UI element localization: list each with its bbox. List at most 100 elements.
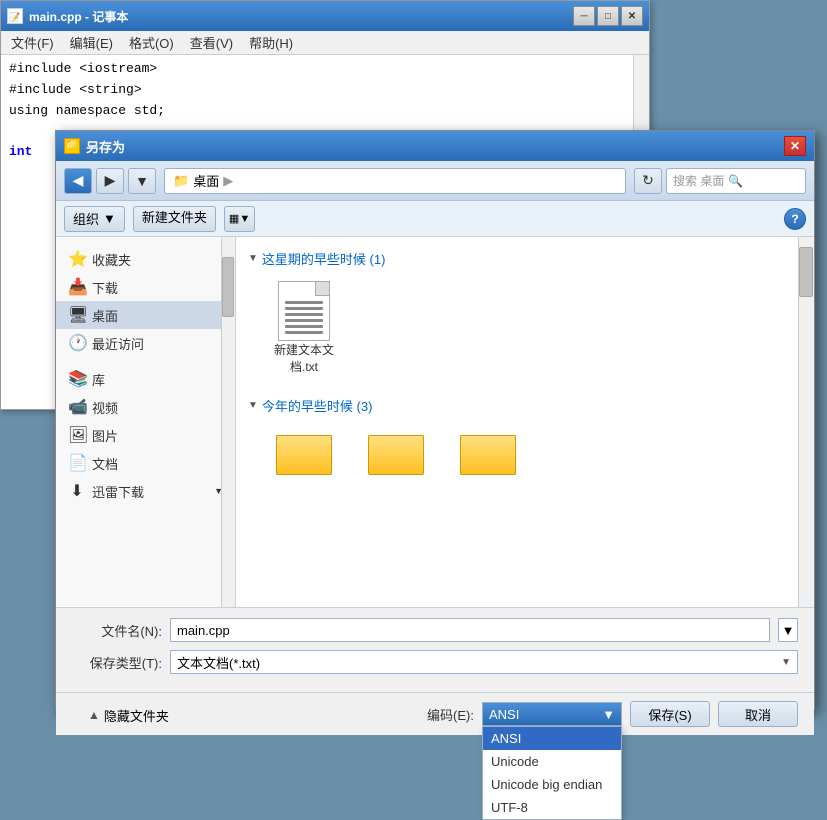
text-file-body bbox=[278, 281, 330, 341]
section-arrow-2: ▼ bbox=[248, 400, 258, 411]
hide-files-label: 隐藏文件夹 bbox=[104, 706, 169, 725]
notepad-app-icon: 📝 bbox=[7, 8, 23, 24]
view-button[interactable]: ▦ ▼ bbox=[224, 206, 255, 232]
folder-body-3 bbox=[460, 435, 516, 475]
menu-help[interactable]: 帮助(H) bbox=[243, 31, 299, 54]
back-button[interactable]: ◀ bbox=[64, 168, 92, 194]
sidebar-scroll-thumb bbox=[222, 257, 234, 317]
section-header-recent-week: ▼ 这星期的早些时候 (1) bbox=[248, 245, 802, 272]
encoding-popup: ANSI Unicode Unicode big endian UTF-8 bbox=[482, 726, 622, 820]
encoding-option-unicode[interactable]: Unicode bbox=[483, 750, 621, 773]
file-item-txt[interactable]: 新建文本文档.txt bbox=[264, 276, 344, 380]
hide-files-row: ▲ 隐藏文件夹 bbox=[72, 706, 169, 725]
filetype-dropdown[interactable]: 文本文档(*.txt) ▼ bbox=[170, 650, 798, 674]
sidebar-label-desktop: 桌面 bbox=[92, 306, 118, 325]
menu-edit[interactable]: 编辑(E) bbox=[64, 31, 119, 54]
sidebar-item-desktop[interactable]: 🖥 桌面 bbox=[56, 301, 235, 329]
text-file-line bbox=[285, 325, 323, 328]
menu-format[interactable]: 格式(O) bbox=[123, 31, 180, 54]
filetype-value: 文本文档(*.txt) bbox=[177, 653, 260, 672]
view-icon: ▦ bbox=[229, 212, 239, 225]
cancel-button[interactable]: 取消 bbox=[718, 701, 798, 727]
organize-button[interactable]: 组织 ▼ bbox=[64, 206, 125, 232]
text-file-icon bbox=[278, 281, 330, 341]
saveas-toolbar2: 组织 ▼ 新建文件夹 ▦ ▼ ? bbox=[56, 201, 814, 237]
sidebar-item-recent[interactable]: 🕐 最近访问 bbox=[56, 329, 235, 357]
files-grid-year bbox=[264, 423, 802, 481]
path-arrow: ▶ bbox=[223, 173, 233, 189]
folder-item-2[interactable] bbox=[356, 423, 436, 481]
forward-icon: ▶ bbox=[105, 172, 116, 189]
save-button[interactable]: 保存(S) bbox=[630, 701, 710, 727]
new-folder-button[interactable]: 新建文件夹 bbox=[133, 206, 216, 232]
hide-files-icon[interactable]: ▲ bbox=[88, 708, 100, 722]
section-title-2: 今年的早些时候 (3) bbox=[262, 396, 373, 415]
sidebar-item-favorites[interactable]: ⭐ 收藏夹 bbox=[56, 245, 235, 273]
encoding-dropdown[interactable]: ANSI ▼ bbox=[482, 702, 622, 726]
saveas-main: ⭐ 收藏夹 📥 下载 🖥 桌面 🕐 最近访问 📚 库 📹 视 bbox=[56, 237, 814, 607]
help-button[interactable]: ? bbox=[784, 208, 806, 230]
text-file-line bbox=[285, 319, 323, 322]
sidebar-item-documents[interactable]: 📄 文档 bbox=[56, 449, 235, 477]
sidebar-label-xunlei: 迅雷下载 bbox=[92, 482, 144, 501]
filename-dropdown-arrow[interactable]: ▼ bbox=[778, 618, 798, 642]
folder-icon-3 bbox=[458, 427, 518, 475]
saveas-close-button[interactable]: ✕ bbox=[784, 136, 806, 156]
organize-arrow-icon: ▼ bbox=[103, 211, 116, 226]
folder-item-3[interactable] bbox=[448, 423, 528, 481]
notepad-close-button[interactable]: ✕ bbox=[621, 6, 643, 26]
text-file-line bbox=[285, 313, 323, 316]
sidebar-divider bbox=[56, 357, 235, 365]
section-arrow-1: ▼ bbox=[248, 253, 258, 264]
filename-dropdown-icon: ▼ bbox=[782, 623, 795, 638]
sidebar-item-xunlei[interactable]: ⬇ 迅雷下载 ▼ bbox=[56, 477, 235, 505]
notepad-minimize-button[interactable]: ─ bbox=[573, 6, 595, 26]
folder-item-1[interactable] bbox=[264, 423, 344, 481]
sidebar-label-pictures: 图片 bbox=[92, 426, 118, 445]
desktop-icon: 🖥 bbox=[68, 305, 86, 325]
encoding-label: 编码(E): bbox=[427, 705, 474, 724]
code-line-3: using namespace std; bbox=[9, 101, 641, 122]
menu-file[interactable]: 文件(F) bbox=[5, 31, 60, 54]
favorites-icon: ⭐ bbox=[68, 249, 86, 269]
forward-button[interactable]: ▶ bbox=[96, 168, 124, 194]
sidebar-item-downloads[interactable]: 📥 下载 bbox=[56, 273, 235, 301]
menu-view[interactable]: 查看(V) bbox=[184, 31, 239, 54]
folder-body-2 bbox=[368, 435, 424, 475]
encoding-option-ansi[interactable]: ANSI bbox=[483, 727, 621, 750]
encoding-value: ANSI bbox=[489, 707, 519, 722]
encoding-arrow-icon: ▼ bbox=[602, 707, 615, 722]
sidebar-item-library[interactable]: 📚 库 bbox=[56, 365, 235, 393]
path-box[interactable]: 📁 桌面 ▶ bbox=[164, 168, 626, 194]
encoding-option-unicode-be[interactable]: Unicode big endian bbox=[483, 773, 621, 796]
organize-label: 组织 bbox=[73, 209, 99, 228]
search-icon: 🔍 bbox=[728, 174, 743, 188]
save-label: 保存(S) bbox=[648, 705, 691, 724]
code-line-2: #include <string> bbox=[9, 80, 641, 101]
sidebar-item-pictures[interactable]: 🖼 图片 bbox=[56, 421, 235, 449]
files-scrollbar[interactable] bbox=[798, 237, 814, 607]
notepad-controls: ─ □ ✕ bbox=[573, 6, 643, 26]
downloads-icon: 📥 bbox=[68, 277, 86, 297]
sidebar-scrollbar[interactable] bbox=[221, 237, 235, 607]
code-line-1: #include <iostream> bbox=[9, 59, 641, 80]
folder-icon-1 bbox=[274, 427, 334, 475]
sidebar-label-library: 库 bbox=[92, 370, 105, 389]
path-label: 桌面 bbox=[193, 171, 219, 190]
sidebar-label-videos: 视频 bbox=[92, 398, 118, 417]
notepad-maximize-button[interactable]: □ bbox=[597, 6, 619, 26]
saveas-sidebar: ⭐ 收藏夹 📥 下载 🖥 桌面 🕐 最近访问 📚 库 📹 视 bbox=[56, 237, 236, 607]
filetype-arrow-icon: ▼ bbox=[781, 657, 791, 668]
dropdown-button[interactable]: ▼ bbox=[128, 168, 156, 194]
encoding-option-utf8[interactable]: UTF-8 bbox=[483, 796, 621, 819]
sidebar-item-videos[interactable]: 📹 视频 bbox=[56, 393, 235, 421]
refresh-button[interactable]: ↻ bbox=[634, 168, 662, 194]
filename-input[interactable] bbox=[170, 618, 770, 642]
recent-icon: 🕐 bbox=[68, 333, 86, 353]
videos-icon: 📹 bbox=[68, 397, 86, 417]
saveas-dialog-icon: 📁 bbox=[64, 138, 80, 154]
search-box[interactable]: 搜索 桌面 🔍 bbox=[666, 168, 806, 194]
saveas-form: 文件名(N): ▼ 保存类型(T): 文本文档(*.txt) ▼ bbox=[56, 607, 814, 692]
sidebar-label-favorites: 收藏夹 bbox=[92, 250, 131, 269]
section-header-this-year: ▼ 今年的早些时候 (3) bbox=[248, 392, 802, 419]
